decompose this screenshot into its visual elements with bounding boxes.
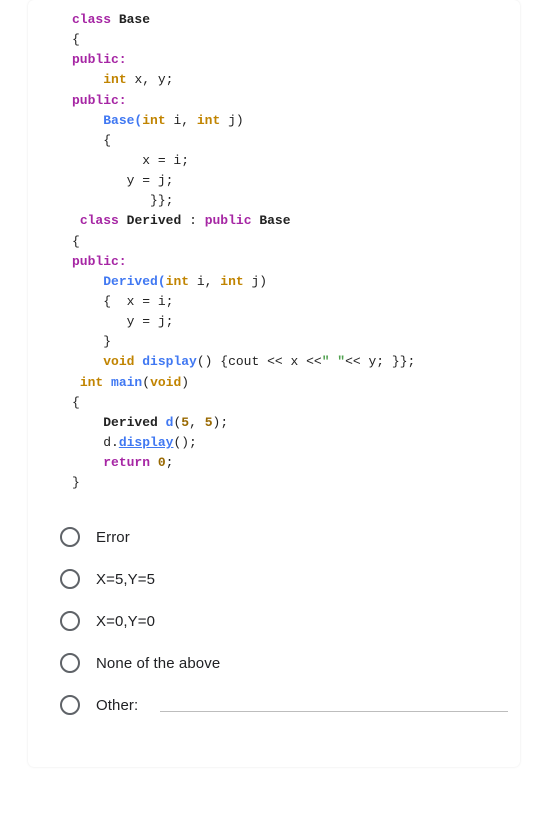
code-token: int [166,274,189,289]
code-token: Base( [103,113,142,128]
code-token: << y; }}; [345,354,415,369]
code-token: { [72,234,80,249]
other-input-line[interactable] [160,711,508,712]
code-token: Derived [103,415,158,430]
radio-icon [60,653,80,673]
code-token: void [103,354,134,369]
code-token: { x = i; [103,294,173,309]
code-token: Derived( [103,274,165,289]
code-token: d. [103,435,119,450]
code-token: , [189,415,197,430]
code-token: 0 [158,455,166,470]
code-token: } [103,334,111,349]
code-token: () {cout << x << [197,354,322,369]
code-token: int [197,113,220,128]
option-label: X=5,Y=5 [96,571,155,588]
option-label: X=0,Y=0 [96,613,155,630]
code-token: int [80,375,103,390]
code-token: { [72,395,80,410]
answer-options: Error X=5,Y=5 X=0,Y=0 None of the above … [60,527,508,715]
code-token: " " [322,354,345,369]
code-token: } [72,475,80,490]
code-token: public: [72,254,127,269]
code-token: : [189,213,197,228]
code-token: ) [181,375,189,390]
code-token: main [111,375,142,390]
code-token: { [72,32,80,47]
code-token: j) [228,113,244,128]
code-token: (); [173,435,196,450]
option-none[interactable]: None of the above [60,653,508,673]
code-token: y = j; [127,314,174,329]
code-token: ; [166,455,174,470]
option-other[interactable]: Other: [60,695,508,715]
code-token: return [103,455,150,470]
code-token: 5 [181,415,189,430]
code-token: Base [259,213,290,228]
code-token: x = i; [142,153,189,168]
code-token: i, [197,274,213,289]
code-token: j) [252,274,268,289]
code-block: class Base { public: int x, y; public: B… [40,10,508,497]
radio-icon [60,695,80,715]
option-label: None of the above [96,655,220,672]
code-token: void [150,375,181,390]
code-token: Derived [127,213,182,228]
code-token: { [103,133,111,148]
option-label: Other: [96,697,138,714]
code-token: }}; [150,193,173,208]
code-token: class [72,12,111,27]
code-token: display [119,435,174,450]
code-token: int [142,113,165,128]
option-error[interactable]: Error [60,527,508,547]
code-token: 5 [205,415,213,430]
question-card: class Base { public: int x, y; public: B… [28,0,520,767]
code-token: public: [72,52,127,67]
code-token: x, y; [134,72,173,87]
radio-icon [60,527,80,547]
option-x0y0[interactable]: X=0,Y=0 [60,611,508,631]
radio-icon [60,611,80,631]
code-token: class [80,213,119,228]
code-token: y = j; [127,173,174,188]
code-token: int [103,72,126,87]
code-token: Base [119,12,150,27]
option-label: Error [96,529,130,546]
code-token: display [142,354,197,369]
code-token: i, [173,113,189,128]
code-token: ); [213,415,229,430]
code-token: ( [142,375,150,390]
code-token: public: [72,93,127,108]
code-token: public [205,213,252,228]
code-token: int [220,274,243,289]
option-x5y5[interactable]: X=5,Y=5 [60,569,508,589]
radio-icon [60,569,80,589]
